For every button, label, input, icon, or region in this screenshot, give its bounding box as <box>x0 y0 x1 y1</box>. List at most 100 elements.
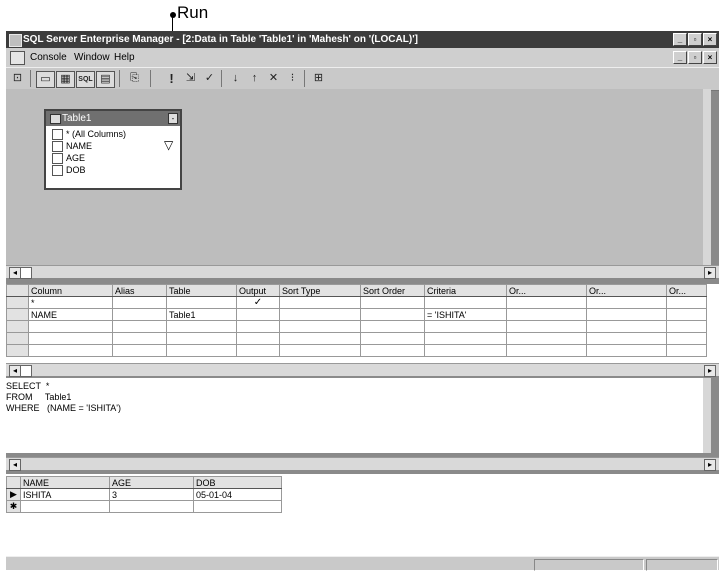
grid-cell[interactable]: NAME <box>28 308 113 321</box>
row-selector[interactable] <box>6 332 29 345</box>
grid-cell[interactable] <box>28 320 113 333</box>
change-query-type-icon[interactable]: ⎘ <box>126 71 143 86</box>
table-box-title[interactable]: Table1 - <box>46 111 180 126</box>
row-selector[interactable] <box>6 344 29 357</box>
remove-filter-icon[interactable]: ✕ <box>265 71 282 86</box>
results-header-name[interactable]: NAME <box>20 476 110 489</box>
table-row[interactable] <box>6 344 707 357</box>
run-icon[interactable]: ! <box>163 71 180 86</box>
grid-header-alias[interactable]: Alias <box>112 284 167 297</box>
row-selector[interactable] <box>6 320 29 333</box>
grid-cell[interactable] <box>506 344 587 357</box>
grid-cell[interactable] <box>506 332 587 345</box>
scroll-thumb[interactable] <box>20 365 32 377</box>
results-cell[interactable] <box>20 500 110 513</box>
grid-cell[interactable] <box>424 296 507 309</box>
table-row[interactable] <box>6 332 707 345</box>
new-row-asterisk-icon[interactable]: ✱ <box>6 500 21 513</box>
grid-cell[interactable] <box>166 296 237 309</box>
close-button[interactable]: × <box>703 33 717 46</box>
grid-cell[interactable] <box>279 344 361 357</box>
collapse-icon[interactable]: - <box>168 113 178 124</box>
add-table-icon[interactable]: ⊞ <box>310 71 327 86</box>
scroll-right-icon[interactable]: ▸ <box>704 365 716 377</box>
sort-descending-icon[interactable]: ↑ <box>246 71 263 86</box>
child-minimize-button[interactable]: _ <box>673 51 687 64</box>
output-checkbox[interactable]: ✓ <box>236 296 280 309</box>
grid-cell[interactable] <box>112 332 167 345</box>
grid-cell[interactable] <box>112 320 167 333</box>
grid-cell[interactable] <box>424 344 507 357</box>
column-checkbox[interactable] <box>52 141 63 152</box>
table-row[interactable] <box>6 320 707 333</box>
results-header-dob[interactable]: DOB <box>193 476 282 489</box>
grid-cell[interactable] <box>279 308 361 321</box>
grid-cell[interactable] <box>666 308 707 321</box>
grid-cell[interactable] <box>360 320 425 333</box>
sql-pane[interactable]: SELECT * FROM Table1 WHERE (NAME = 'ISHI… <box>6 378 711 453</box>
menu-help[interactable]: Help <box>114 48 135 67</box>
sql-line[interactable]: FROM Table1 <box>6 392 71 402</box>
table-row[interactable]: * ✓ <box>6 296 707 309</box>
group-by-icon[interactable]: ⁝ <box>284 71 301 86</box>
results-cell[interactable]: ISHITA <box>20 488 110 501</box>
grid-header-table[interactable]: Table <box>166 284 237 297</box>
minimize-button[interactable]: _ <box>673 33 687 46</box>
grid-header-column[interactable]: Column <box>28 284 113 297</box>
child-close-button[interactable]: × <box>703 51 717 64</box>
results-cell[interactable]: 05-01-04 <box>193 488 282 501</box>
diagram-horizontal-scrollbar[interactable]: ◂ ▸ <box>6 265 719 279</box>
table-box-table1[interactable]: Table1 - * (All Columns) NAME AGE DOB ▽ <box>44 109 182 190</box>
grid-cell[interactable] <box>586 308 667 321</box>
menu-window[interactable]: Window <box>74 48 110 67</box>
show-diagram-pane-icon[interactable]: ▭ <box>36 71 55 88</box>
grid-cell[interactable] <box>666 320 707 333</box>
grid-cell[interactable]: Table1 <box>166 308 237 321</box>
grid-header-criteria[interactable]: Criteria <box>424 284 507 297</box>
results-cell[interactable] <box>193 500 282 513</box>
grid-header-sort-type[interactable]: Sort Type <box>279 284 361 297</box>
grid-horizontal-scrollbar[interactable]: ◂ ▸ <box>6 363 719 377</box>
sql-horizontal-scrollbar[interactable]: ◂ ▸ <box>6 457 719 471</box>
sql-line[interactable]: WHERE (NAME = 'ISHITA') <box>6 403 121 413</box>
show-results-pane-icon[interactable]: ▤ <box>96 71 115 88</box>
cancel-query-icon[interactable]: ⇲ <box>182 71 199 86</box>
column-checkbox[interactable] <box>52 153 63 164</box>
grid-cell[interactable] <box>586 296 667 309</box>
grid-cell[interactable] <box>166 344 237 357</box>
show-grid-pane-icon[interactable]: ▦ <box>56 71 75 88</box>
sql-vertical-scrollbar[interactable] <box>703 378 711 453</box>
grid-header-or[interactable]: Or... <box>506 284 587 297</box>
grid-cell[interactable] <box>236 344 280 357</box>
grid-cell[interactable] <box>236 332 280 345</box>
grid-cell[interactable] <box>666 344 707 357</box>
open-icon[interactable]: ⊡ <box>9 71 26 86</box>
scroll-right-icon[interactable]: ▸ <box>704 267 716 279</box>
results-cell[interactable] <box>109 500 194 513</box>
grid-cell[interactable] <box>166 320 237 333</box>
current-row-arrow-icon[interactable]: ▶ <box>6 488 21 501</box>
grid-header-sort-order[interactable]: Sort Order <box>360 284 425 297</box>
grid-cell[interactable] <box>666 296 707 309</box>
row-selector[interactable] <box>6 296 29 309</box>
table-row[interactable]: NAME Table1 = 'ISHITA' <box>6 308 707 321</box>
grid-cell[interactable]: * <box>28 296 113 309</box>
row-selector[interactable] <box>6 308 29 321</box>
show-sql-pane-icon[interactable]: SQL <box>76 71 95 88</box>
grid-cell[interactable] <box>236 320 280 333</box>
results-cell[interactable]: 3 <box>109 488 194 501</box>
grid-cell[interactable] <box>279 296 361 309</box>
table-row[interactable]: ✱ <box>6 500 282 513</box>
grid-cell[interactable]: = 'ISHITA' <box>424 308 507 321</box>
restore-button[interactable]: ▫ <box>688 33 702 46</box>
grid-cell[interactable] <box>506 308 587 321</box>
grid-header-or[interactable]: Or... <box>586 284 667 297</box>
grid-cell[interactable] <box>586 344 667 357</box>
column-checkbox[interactable] <box>52 165 63 176</box>
grid-cell[interactable] <box>360 296 425 309</box>
table-row[interactable]: ▶ ISHITA 3 05-01-04 <box>6 488 282 501</box>
grid-cell[interactable] <box>506 296 587 309</box>
diagram-vertical-scrollbar[interactable] <box>703 89 711 265</box>
sql-line[interactable]: SELECT * <box>6 381 49 391</box>
column-checkbox[interactable] <box>52 129 63 140</box>
